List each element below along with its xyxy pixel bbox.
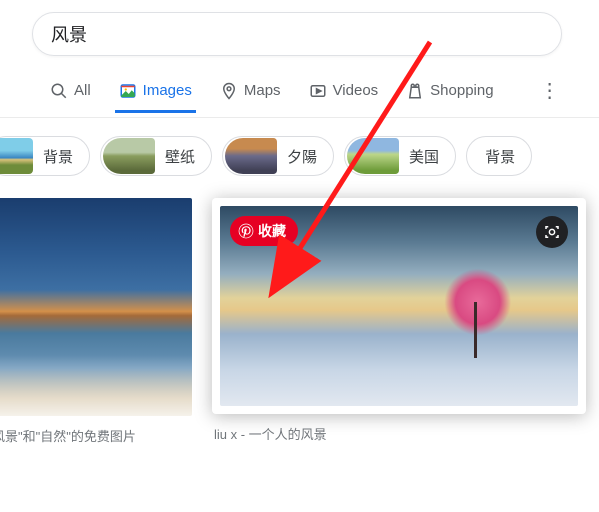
- result-image[interactable]: [0, 198, 192, 416]
- tab-all[interactable]: All: [50, 82, 91, 112]
- chip-label: 夕陽: [287, 146, 317, 167]
- pinterest-icon: [238, 223, 254, 239]
- lens-icon: [543, 223, 561, 241]
- lens-button[interactable]: [536, 216, 568, 248]
- chip-thumb: [347, 138, 399, 174]
- chip-item[interactable]: 美国: [344, 136, 456, 176]
- result-image-hover[interactable]: 收藏: [212, 198, 586, 414]
- chip-item[interactable]: 夕陽: [222, 136, 334, 176]
- chip-label: 背景: [485, 146, 515, 167]
- chip-item[interactable]: 背景: [0, 136, 90, 176]
- chip-label: 壁纸: [165, 146, 195, 167]
- result-caption: liu x - 一个人的风景: [212, 424, 586, 443]
- chip-label: 背景: [43, 146, 73, 167]
- search-tabs: All Images Maps Videos Shopping ⋮: [0, 56, 599, 118]
- pin-label: 收藏: [258, 221, 286, 241]
- chip-item[interactable]: 背景: [466, 136, 532, 176]
- tab-label: Videos: [333, 82, 379, 99]
- images-icon: [119, 82, 137, 100]
- search-input[interactable]: [51, 24, 543, 45]
- chip-label: 美国: [409, 146, 439, 167]
- chip-item[interactable]: 壁纸: [100, 136, 212, 176]
- tab-images[interactable]: Images: [119, 82, 192, 112]
- result-card[interactable]: 收藏 liu x - 一个人的风景: [212, 198, 586, 445]
- tab-label: Images: [143, 82, 192, 99]
- chip-thumb: [225, 138, 277, 174]
- videos-icon: [309, 82, 327, 100]
- chip-thumb: [0, 138, 33, 174]
- suggestion-chips: 背景 壁纸 夕陽 美国 背景: [0, 118, 599, 176]
- tab-label: Shopping: [430, 82, 493, 99]
- pinterest-save-button[interactable]: 收藏: [230, 216, 298, 246]
- search-icon: [50, 82, 68, 100]
- tab-maps[interactable]: Maps: [220, 82, 281, 112]
- shopping-icon: [406, 82, 424, 100]
- more-menu[interactable]: ⋮: [540, 78, 560, 115]
- tab-label: Maps: [244, 82, 281, 99]
- result-caption: 风景"和"自然"的免费图片: [0, 426, 192, 445]
- search-bar[interactable]: [32, 12, 562, 56]
- maps-icon: [220, 82, 238, 100]
- result-image[interactable]: 收藏: [220, 206, 578, 406]
- chip-thumb: [103, 138, 155, 174]
- tab-shopping[interactable]: Shopping: [406, 82, 493, 112]
- result-card[interactable]: 风景"和"自然"的免费图片: [0, 198, 192, 445]
- tab-videos[interactable]: Videos: [309, 82, 379, 112]
- tab-label: All: [74, 82, 91, 99]
- image-results: 风景"和"自然"的免费图片 收藏 liu x - 一个人的风景: [0, 176, 599, 445]
